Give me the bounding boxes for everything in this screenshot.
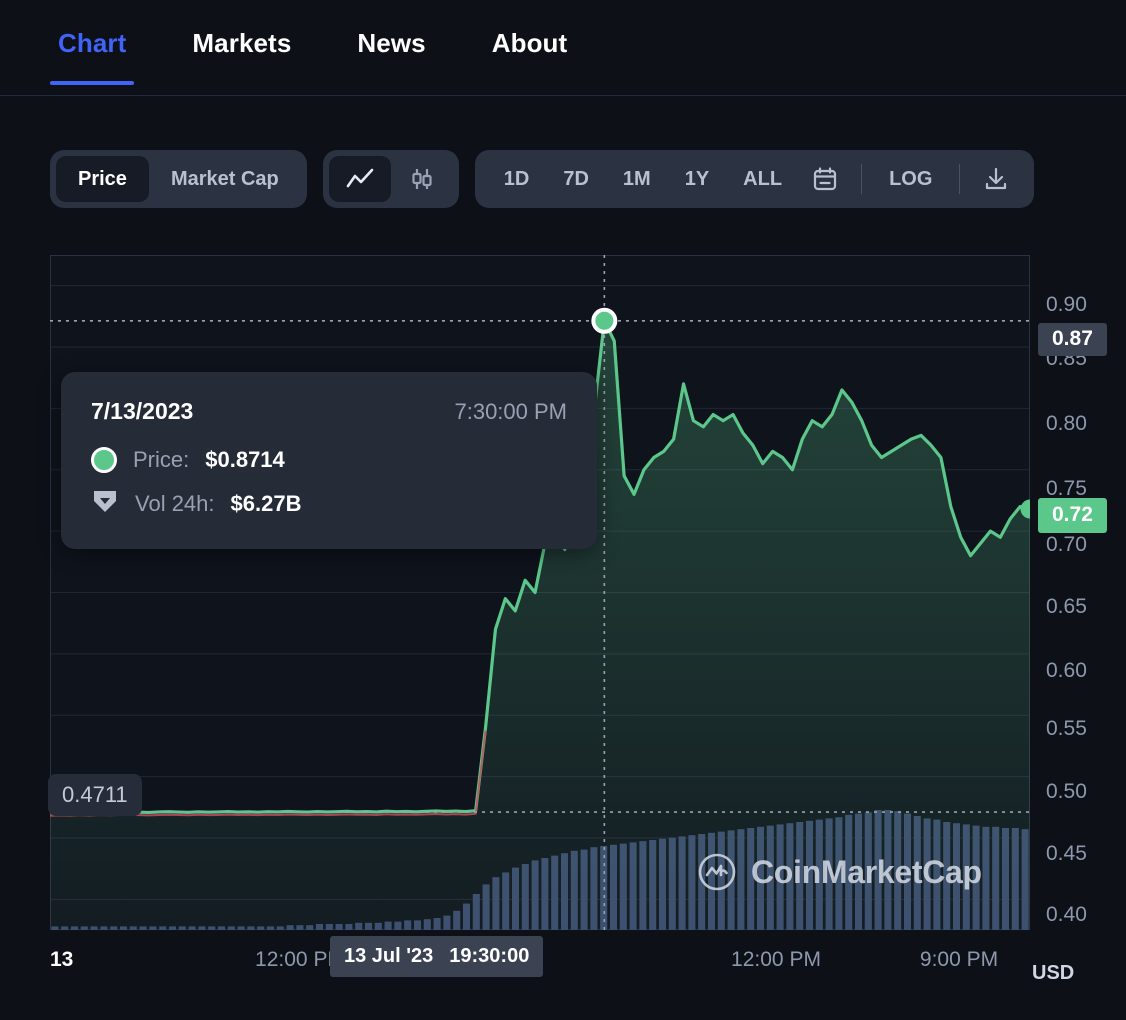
tooltip-price-label: Price: [133,447,190,472]
range-1m-button[interactable]: 1M [606,156,668,202]
y-tick-0.50: 0.50 [1046,780,1087,803]
metric-toggle-group: Price Market Cap [50,150,307,208]
tooltip-volume-row: Vol 24h: $6.27B [91,487,567,521]
y-tick-0.55: 0.55 [1046,717,1087,740]
y-tick-0.60: 0.60 [1046,659,1087,682]
download-icon[interactable] [970,156,1022,202]
range-7d-button[interactable]: 7D [546,156,606,202]
current-price-badge: 0.72 [1038,498,1107,533]
tooltip-price-value: $0.8714 [205,447,285,472]
candlestick-icon[interactable] [391,156,453,202]
chart-tooltip: 7/13/2023 7:30:00 PM Price: $0.8714 Vol … [61,372,597,549]
calendar-icon[interactable] [799,156,851,202]
x-tick-13: 13 [50,948,74,971]
tab-news[interactable]: News [349,28,433,85]
crosshair-price-badge: 0.87 [1038,323,1107,356]
tab-about[interactable]: About [484,28,576,85]
tooltip-volume-label: Vol 24h: [135,491,215,516]
price-dot-icon [91,447,117,473]
coinmarketcap-logo-icon [698,853,736,891]
tooltip-volume-value: $6.27B [230,491,302,516]
tab-chart[interactable]: Chart [50,28,135,85]
tab-bar: Chart Markets News About [0,0,1126,96]
volume-shield-icon [91,487,119,521]
toolbar-divider-1 [861,164,863,194]
crosshair-point-marker [591,307,618,334]
tooltip-time: 7:30:00 PM [454,399,567,424]
y-tick-0.70: 0.70 [1046,533,1087,556]
range-1y-button[interactable]: 1Y [668,156,726,202]
baseline-price-badge: 0.4711 [48,774,142,816]
crosshair-time-text: 19:30:00 [449,945,530,967]
tooltip-date: 7/13/2023 [91,398,194,424]
y-axis: 0.90 0.85 0.80 0.75 0.70 0.65 0.60 0.55 … [1030,255,1126,945]
price-chart[interactable] [50,255,1030,930]
chart-toolbar: Price Market Cap 1D 7D 1M 1Y ALL LOG [50,150,1035,208]
metric-marketcap-button[interactable]: Market Cap [149,156,301,202]
y-tick-0.40: 0.40 [1046,903,1087,926]
tooltip-price-row: Price: $0.8714 [91,447,567,473]
crosshair-date-text: 13 Jul '23 [344,945,434,967]
tab-markets[interactable]: Markets [184,28,299,85]
currency-label: USD [1032,962,1075,984]
watermark-text: CoinMarketCap [751,853,982,890]
log-scale-button[interactable]: LOG [872,156,949,202]
coinmarketcap-watermark: CoinMarketCap [697,852,982,892]
y-tick-0.90: 0.90 [1046,293,1087,316]
x-tick-1200pm-right: 12:00 PM [731,948,821,971]
toolbar-divider-2 [959,164,961,194]
x-tick-900pm: 9:00 PM [919,948,999,971]
range-all-button[interactable]: ALL [726,156,799,202]
metric-price-button[interactable]: Price [56,156,149,202]
y-tick-0.65: 0.65 [1046,595,1087,618]
y-tick-0.45: 0.45 [1046,842,1087,865]
chart-type-group [322,150,459,208]
crosshair-time-badge: 13 Jul '23 19:30:00 [330,936,544,977]
range-1d-button[interactable]: 1D [487,156,547,202]
line-chart-icon[interactable] [328,156,391,202]
y-tick-0.80: 0.80 [1046,412,1087,435]
time-range-group: 1D 7D 1M 1Y ALL LOG [474,150,1035,208]
